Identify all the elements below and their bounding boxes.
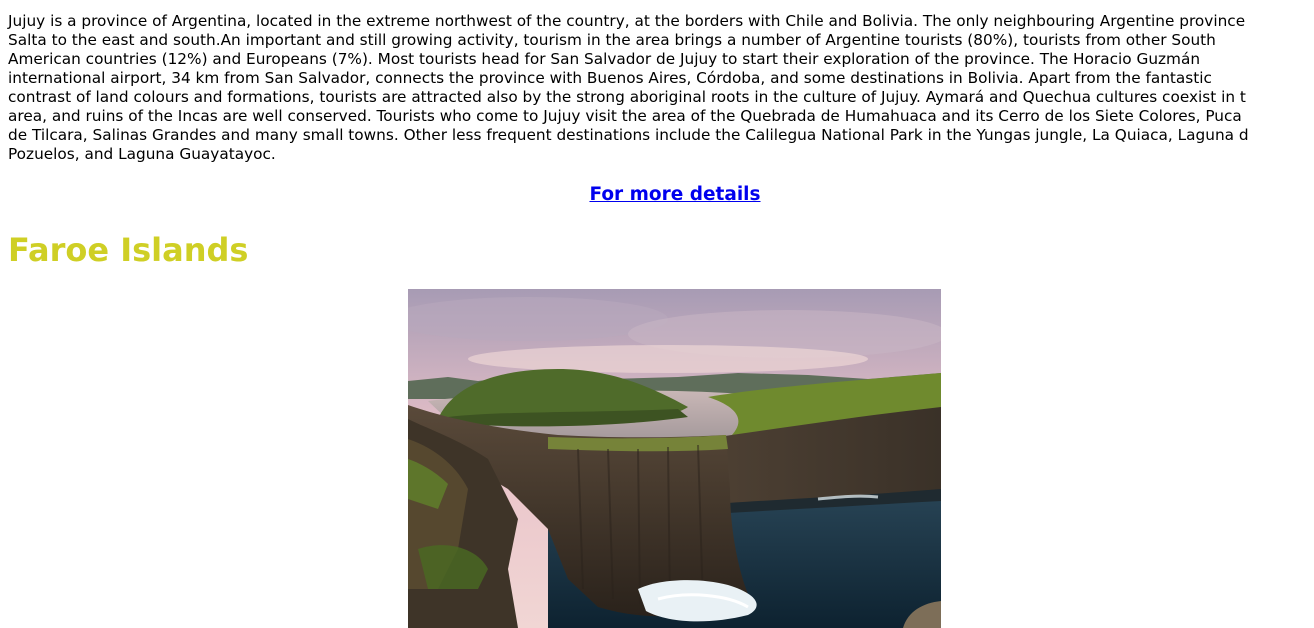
more-details-container: For more details — [0, 184, 1314, 205]
faroe-islands-photo — [408, 289, 941, 628]
section-title: Faroe Islands — [8, 231, 249, 269]
description-line: international airport, 34 km from San Sa… — [8, 69, 1212, 87]
description-line: contrast of land colours and formations,… — [8, 88, 1246, 106]
description-line: Pozuelos, and Laguna Guayatayoc. — [8, 145, 276, 163]
description-line: American countries (12%) and Europeans (… — [8, 50, 1201, 68]
more-details-link[interactable]: For more details — [589, 184, 760, 205]
description-line: de Tilcara, Salinas Grandes and many sma… — [8, 126, 1249, 144]
province-description: Jujuy is a province of Argentina, locate… — [8, 12, 1314, 164]
description-line: Salta to the east and south.An important… — [8, 31, 1216, 49]
description-line: area, and ruins of the Incas are well co… — [8, 107, 1242, 125]
description-line: Jujuy is a province of Argentina, locate… — [8, 12, 1246, 30]
